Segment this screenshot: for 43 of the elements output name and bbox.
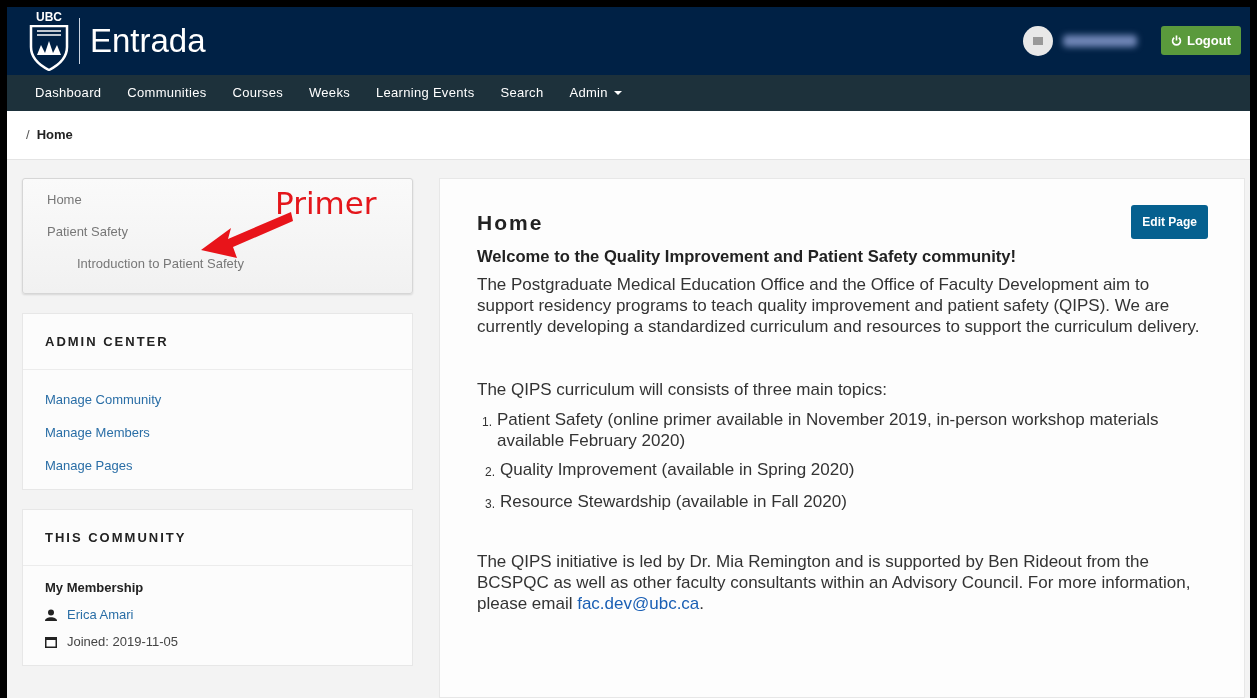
calendar-icon [45, 635, 57, 648]
logo-text: UBC [36, 10, 62, 24]
logout-button[interactable]: Logout [1160, 26, 1241, 56]
image-icon [1032, 36, 1043, 45]
membership-heading: My Membership [45, 580, 145, 595]
page-title: Home [477, 211, 544, 235]
nav-item[interactable]: Communities [114, 85, 220, 101]
page-menu-item[interactable]: Introduction to Patient Safety [62, 251, 244, 283]
user-icon [45, 608, 57, 621]
intro-paragraph: The Postgraduate Medical Education Office and the Office of Faculty Development aim to support residency programs to teach quality improvement and patient safety (QIPS). We are currently developing a standardized curriculum and resources to support the curriculum delivery. [477, 274, 1201, 337]
topic-item: Resource Stewardship (available in Fall 2020) [500, 491, 847, 513]
annotation-label: Primer [275, 185, 377, 221]
email-link[interactable]: fac.dev@ubc.ca [577, 594, 700, 613]
card-title: ADMIN CENTER [23, 314, 412, 370]
joined-date: Joined: 2019-11-05 [67, 634, 179, 649]
breadcrumb-current: Home [36, 127, 73, 143]
nav-item[interactable]: Admin [556, 85, 635, 101]
app-name: Entrada [90, 21, 206, 60]
member-link[interactable]: Erica Amari [67, 607, 134, 622]
breadcrumb-separator: / [26, 127, 30, 143]
topics-lead: The QIPS curriculum will consists of three main topics: [477, 379, 889, 400]
admin-link[interactable]: Manage Pages [45, 458, 390, 473]
nav-item[interactable]: Search [487, 85, 557, 101]
closing-paragraph: The QIPS initiative is led by Dr. Mia Remington and is supported by Ben Rideout from the BCSPQC as well as other faculty consultants within an Advisory Council. For more information, please email fac.dev@ubc.ca. [477, 551, 1192, 614]
page-menu-item[interactable]: Patient Safety [47, 219, 128, 251]
nav-item[interactable]: Weeks [296, 85, 363, 101]
admin-link[interactable]: Manage Members [45, 425, 390, 440]
welcome-heading: Welcome to the Quality Improvement and Patient Safety community! [477, 247, 1018, 267]
nav-item[interactable]: Courses [219, 85, 296, 101]
nav-item[interactable]: Learning Events [363, 85, 488, 101]
card-title: THIS COMMUNITY [23, 510, 412, 566]
topic-item: Quality Improvement (available in Spring 2020) [500, 459, 855, 481]
topic-item: Patient Safety (online primer available in November 2019, in-person workshop materials available February 2020) [497, 409, 1160, 451]
shield-logo-icon [29, 24, 69, 71]
nav-item[interactable]: Dashboard [22, 85, 115, 101]
power-icon [1170, 35, 1182, 47]
list-number: 3. [484, 496, 495, 513]
page-menu-item[interactable]: Home [47, 187, 82, 219]
list-number: 1. [480, 414, 492, 431]
list-number: 2. [484, 464, 495, 481]
edit-page-button[interactable]: Edit Page [1131, 205, 1208, 239]
avatar[interactable] [1022, 25, 1053, 56]
admin-link[interactable]: Manage Community [45, 392, 390, 407]
